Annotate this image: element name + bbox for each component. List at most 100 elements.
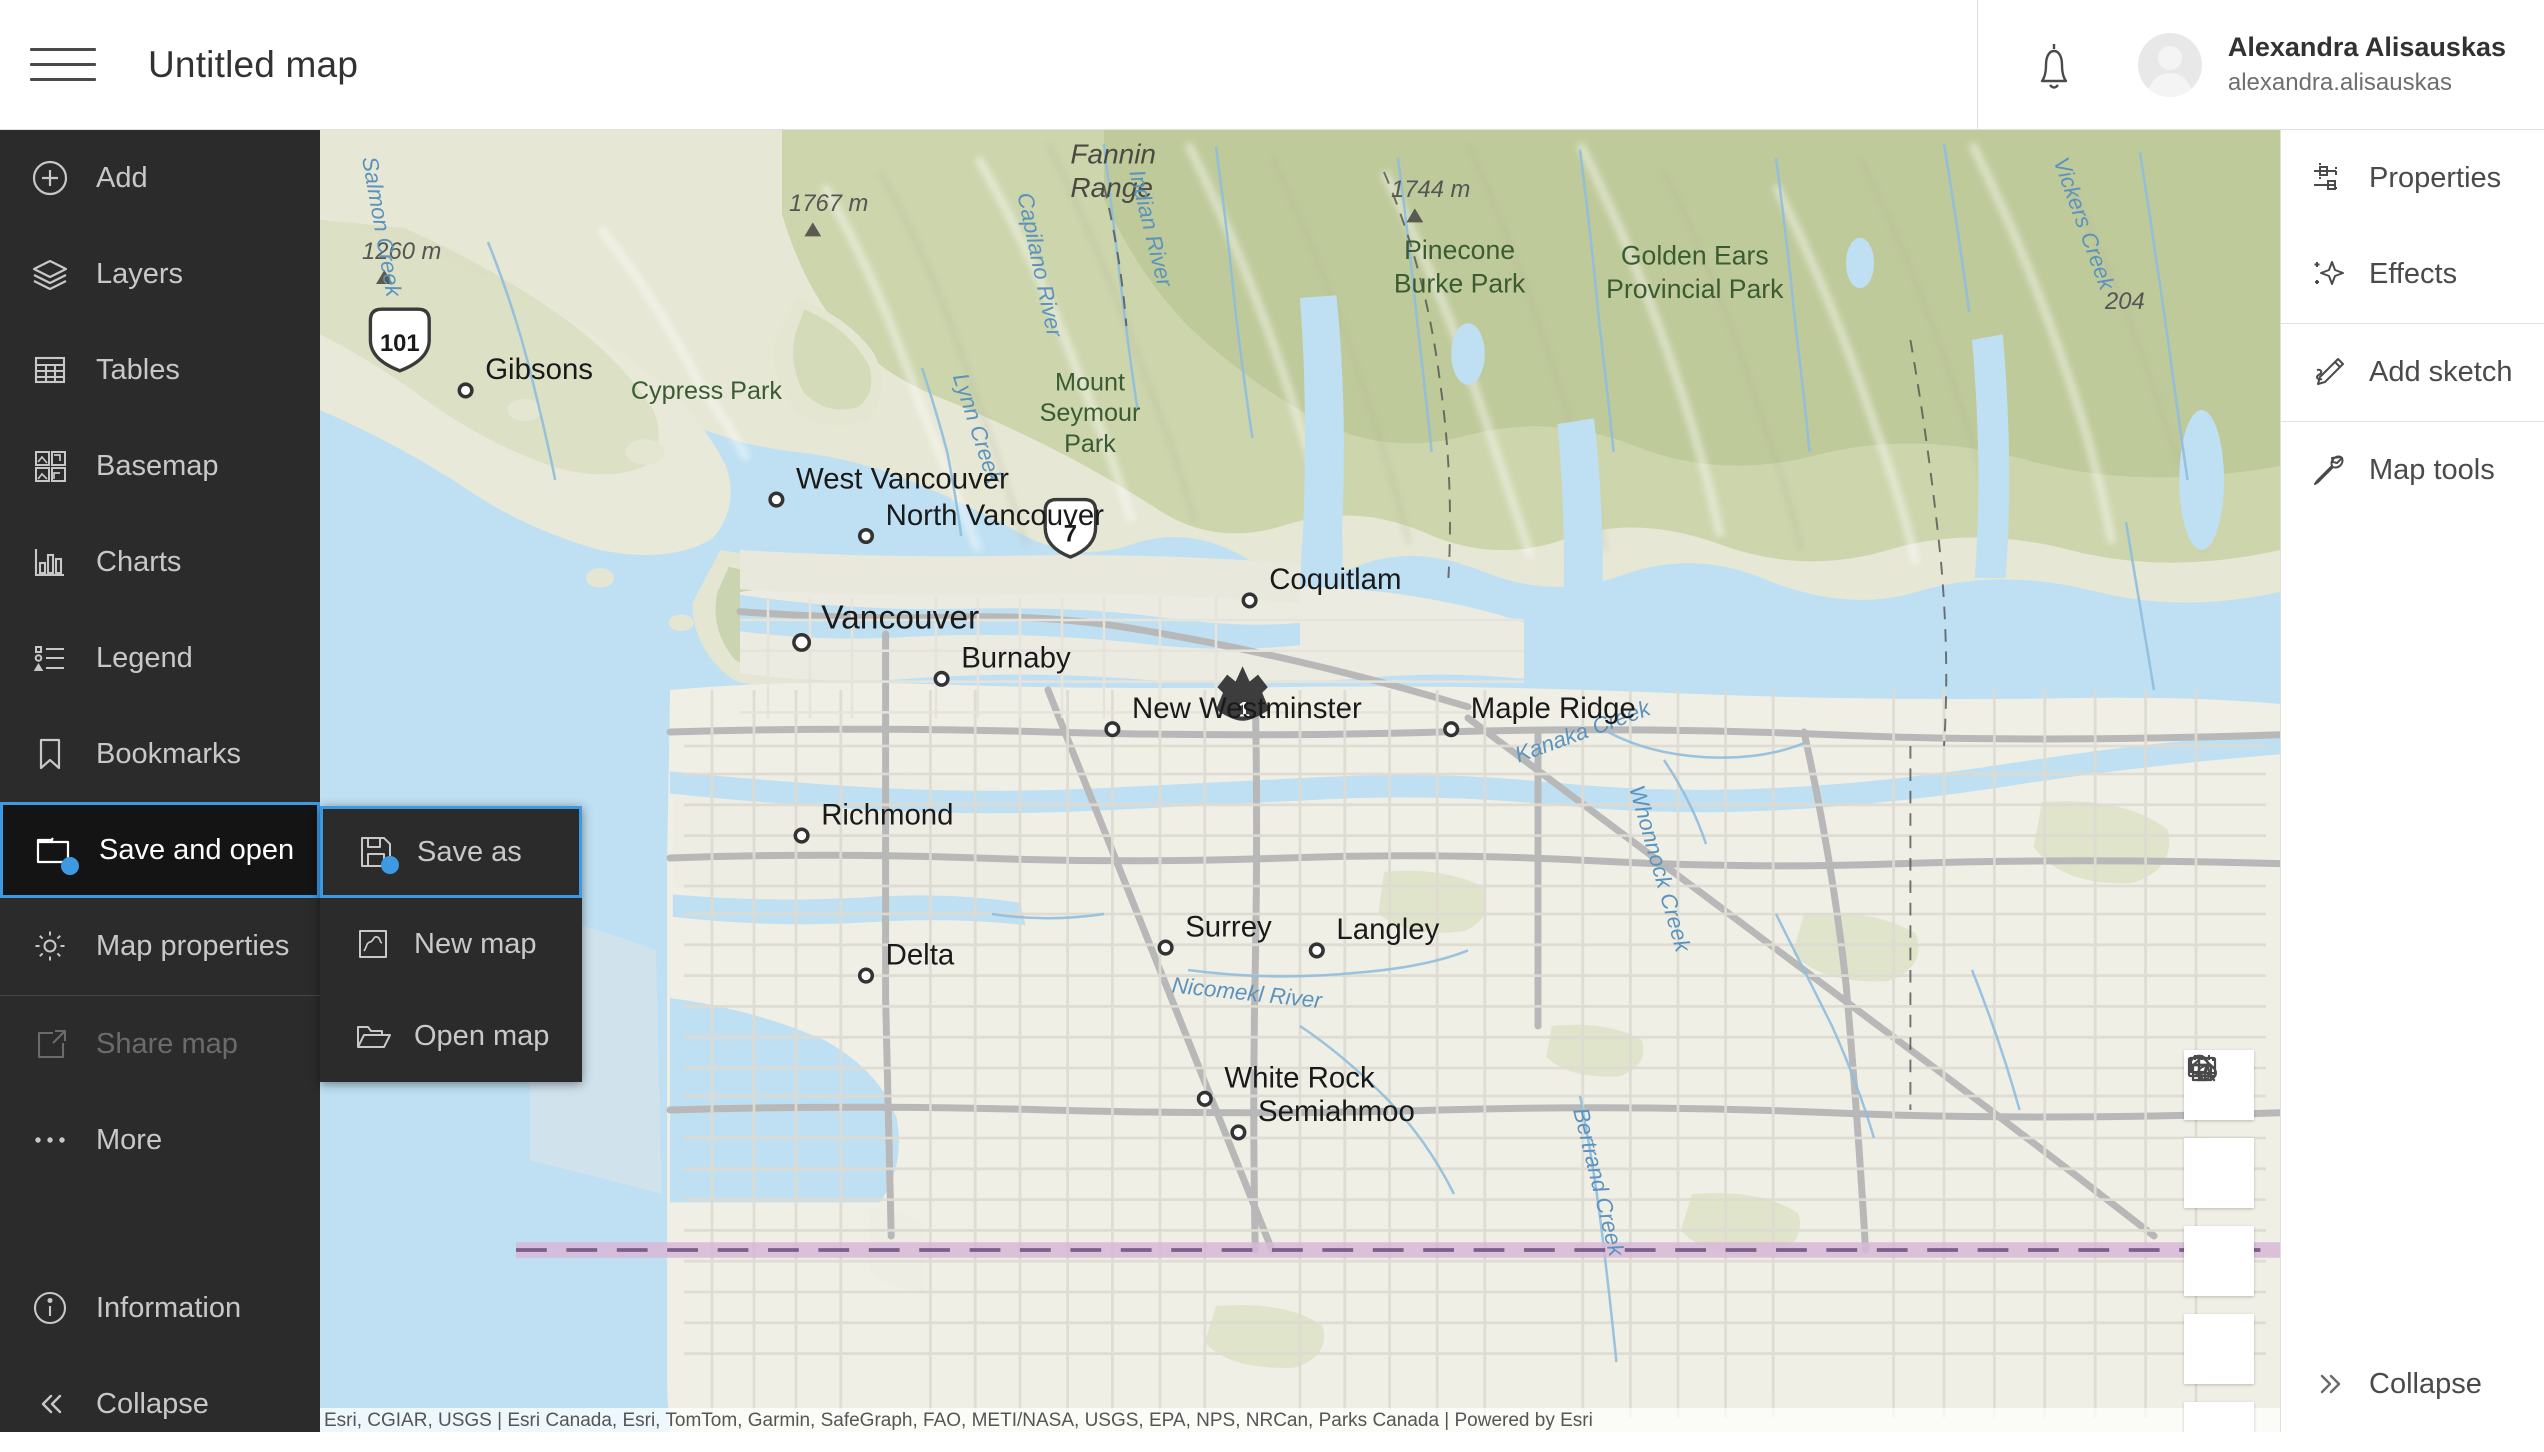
- save-and-open-submenu: Save as New map Open map: [320, 806, 582, 1082]
- sidebar-item-add[interactable]: Add: [0, 130, 320, 226]
- sidebar-item-more[interactable]: More: [0, 1092, 320, 1188]
- sidebar-item-label: Share map: [96, 1028, 238, 1061]
- avatar[interactable]: [2138, 33, 2202, 97]
- share-icon: [26, 1020, 74, 1068]
- left-sidebar: Add Layers Tables Basemap: [0, 130, 320, 1432]
- sidebar-item-label: Map properties: [96, 930, 289, 963]
- pencil-sketch-icon: [2305, 349, 2351, 395]
- sidebar-item-label: Collapse: [96, 1388, 209, 1421]
- chevron-double-right-icon: [2305, 1361, 2351, 1407]
- sidebar-item-basemap[interactable]: Basemap: [0, 418, 320, 514]
- right-item-collapse[interactable]: Collapse: [2281, 1336, 2544, 1432]
- svg-text:Burke Park: Burke Park: [1394, 268, 1526, 298]
- sliders-icon: [2305, 155, 2351, 201]
- svg-text:Provincial Park: Provincial Park: [1606, 274, 1784, 304]
- svg-text:White Rock: White Rock: [1224, 1062, 1375, 1095]
- top-bar: Untitled map Alexandra Alisauskas alexan…: [0, 0, 2544, 130]
- svg-text:Mount: Mount: [1055, 368, 1125, 396]
- user-login: alexandra.alisauskas: [2228, 68, 2506, 98]
- status-dot: [381, 856, 399, 874]
- sidebar-item-label: Layers: [96, 258, 183, 291]
- ellipsis-icon: [26, 1116, 74, 1164]
- submenu-item-save-as[interactable]: Save as: [320, 806, 582, 898]
- user-info[interactable]: Alexandra Alisauskas alexandra.alisauska…: [2228, 31, 2506, 98]
- sidebar-item-share-map: Share map: [0, 996, 320, 1092]
- right-item-properties[interactable]: Properties: [2281, 130, 2544, 226]
- sidebar-item-information[interactable]: Information: [0, 1260, 320, 1356]
- svg-text:Park: Park: [1064, 430, 1116, 458]
- map-controls: [2184, 1050, 2254, 1432]
- svg-text:Pinecone: Pinecone: [1404, 235, 1515, 265]
- new-map-icon: [352, 923, 394, 965]
- sidebar-item-collapse[interactable]: Collapse: [0, 1356, 320, 1452]
- sidebar-item-legend[interactable]: Legend: [0, 610, 320, 706]
- svg-text:Seymour: Seymour: [1040, 399, 1141, 427]
- sidebar-item-label: Save and open: [99, 834, 294, 867]
- sidebar-item-tables[interactable]: Tables: [0, 322, 320, 418]
- sidebar-item-label: Information: [96, 1292, 241, 1325]
- gear-icon: [26, 922, 74, 970]
- right-item-label: Collapse: [2369, 1368, 2482, 1401]
- sidebar-item-layers[interactable]: Layers: [0, 226, 320, 322]
- sidebar-item-label: Bookmarks: [96, 738, 241, 771]
- svg-text:Fannin: Fannin: [1070, 139, 1156, 170]
- open-folder-icon: [352, 1015, 394, 1057]
- svg-text:1767 m: 1767 m: [789, 190, 868, 217]
- plus-circle-icon: [26, 154, 74, 202]
- zoom-control-group: [2184, 1402, 2254, 1432]
- bar-chart-icon: [26, 538, 74, 586]
- sidebar-item-save-and-open[interactable]: Save and open: [0, 802, 320, 898]
- submenu-item-new-map[interactable]: New map: [320, 898, 582, 990]
- bookmarks-button[interactable]: [2184, 1138, 2254, 1208]
- sidebar-item-label: Tables: [96, 354, 180, 387]
- right-item-map-tools[interactable]: Map tools: [2281, 422, 2544, 518]
- user-name: Alexandra Alisauskas: [2228, 31, 2506, 65]
- zoom-in-button[interactable]: [2184, 1402, 2254, 1432]
- submenu-item-label: Open map: [414, 1020, 549, 1053]
- right-item-label: Add sketch: [2369, 356, 2512, 389]
- hamburger-icon[interactable]: [30, 39, 96, 91]
- right-item-add-sketch[interactable]: Add sketch: [2281, 324, 2544, 420]
- svg-text:1744 m: 1744 m: [1391, 176, 1470, 203]
- svg-text:Richmond: Richmond: [821, 798, 953, 831]
- svg-text:West Vancouver: West Vancouver: [796, 462, 1009, 495]
- sidebar-item-label: More: [96, 1124, 162, 1157]
- map-graphic: Fannin Range 1260 m 1767 m 1744 m 204 Cy…: [320, 130, 2280, 1432]
- sidebar-item-label: Basemap: [96, 450, 219, 483]
- bookmark-icon: [26, 730, 74, 778]
- right-sidebar: Properties Effects Add sketch Map tools: [2280, 130, 2544, 1432]
- legend-list-icon: [26, 634, 74, 682]
- sidebar-item-label: Legend: [96, 642, 193, 675]
- fullscreen-button[interactable]: [2184, 1226, 2254, 1296]
- home-button[interactable]: [2184, 1314, 2254, 1384]
- submenu-item-label: Save as: [417, 836, 522, 869]
- right-item-label: Map tools: [2369, 454, 2495, 487]
- sidebar-item-charts[interactable]: Charts: [0, 514, 320, 610]
- svg-text:Cypress Park: Cypress Park: [631, 377, 783, 405]
- folder-icon: [29, 826, 77, 874]
- map-attribution: Esri, CGIAR, USGS | Esri Canada, Esri, T…: [320, 1408, 2280, 1432]
- wrench-icon: [2305, 447, 2351, 493]
- svg-text:Burnaby: Burnaby: [961, 642, 1071, 675]
- map-canvas[interactable]: Fannin Range 1260 m 1767 m 1744 m 204 Cy…: [320, 130, 2280, 1432]
- svg-text:101: 101: [380, 330, 420, 357]
- svg-text:Surrey: Surrey: [1185, 910, 1272, 943]
- svg-text:Langley: Langley: [1336, 913, 1439, 946]
- status-dot: [61, 857, 79, 875]
- sidebar-item-label: Charts: [96, 546, 181, 579]
- svg-text:Coquitlam: Coquitlam: [1269, 563, 1401, 596]
- info-circle-icon: [26, 1284, 74, 1332]
- sidebar-item-map-properties[interactable]: Map properties: [0, 898, 320, 994]
- chevron-double-left-icon: [26, 1380, 74, 1428]
- svg-text:New Westminster: New Westminster: [1132, 692, 1362, 725]
- layers-icon: [26, 250, 74, 298]
- topbar-right-group: Alexandra Alisauskas alexandra.alisauska…: [1977, 0, 2544, 130]
- right-item-effects[interactable]: Effects: [2281, 226, 2544, 322]
- svg-text:Golden Ears: Golden Ears: [1621, 240, 1769, 270]
- sparkle-icon: [2305, 251, 2351, 297]
- sidebar-item-bookmarks[interactable]: Bookmarks: [0, 706, 320, 802]
- right-item-label: Effects: [2369, 258, 2457, 291]
- bell-icon[interactable]: [2028, 37, 2080, 93]
- submenu-item-open-map[interactable]: Open map: [320, 990, 582, 1082]
- svg-text:Vancouver: Vancouver: [821, 599, 979, 636]
